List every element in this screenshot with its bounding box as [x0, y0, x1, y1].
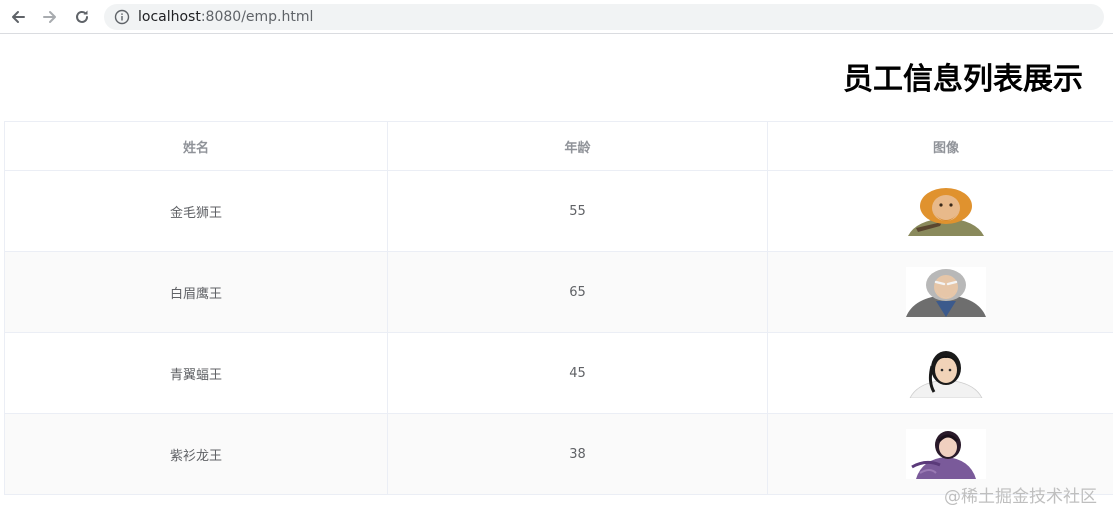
cell-image [767, 332, 1113, 414]
page-title: 员工信息列表展示 [843, 62, 1083, 97]
avatar-image [906, 186, 986, 236]
employee-table: 姓名 年龄 图像 金毛狮王 55 白眉鹰王 65 青翼蝠王 45 紫衫龙王 38 [4, 121, 1113, 495]
reload-button[interactable] [70, 5, 94, 29]
cell-age: 38 [387, 413, 768, 495]
cell-age: 55 [387, 170, 768, 252]
green-wing-bat-king-portrait [906, 348, 986, 398]
table-row: 白眉鹰王 65 [4, 251, 1113, 333]
cell-image [767, 251, 1113, 333]
browser-toolbar: localhost:8080/emp.html [0, 0, 1113, 34]
url-text[interactable]: localhost:8080/emp.html [138, 8, 313, 26]
arrow-left-icon [12, 11, 25, 23]
info-icon[interactable] [114, 9, 130, 25]
table-row: 青翼蝠王 45 [4, 332, 1113, 414]
table-header-row: 姓名 年龄 图像 [4, 121, 1113, 171]
back-button[interactable] [6, 5, 30, 29]
avatar-image [906, 267, 986, 317]
url-host: localhost [138, 9, 201, 25]
cell-name: 白眉鹰王 [4, 251, 388, 333]
table-row: 金毛狮王 55 [4, 170, 1113, 252]
address-bar[interactable]: localhost:8080/emp.html [104, 4, 1104, 30]
column-header-image: 图像 [767, 121, 1113, 171]
arrow-right-icon [43, 11, 56, 23]
cell-name: 青翼蝠王 [4, 332, 388, 414]
cell-name: 金毛狮王 [4, 170, 388, 252]
cell-image [767, 413, 1113, 495]
golden-lion-king-portrait [906, 186, 986, 236]
cell-name: 紫衫龙王 [4, 413, 388, 495]
column-header-age: 年龄 [387, 121, 768, 171]
reload-icon [76, 10, 88, 23]
watermark: @稀土掘金技术社区 [944, 487, 1097, 507]
forward-button[interactable] [38, 5, 62, 29]
table-row: 紫衫龙王 38 [4, 413, 1113, 495]
avatar-image [906, 429, 986, 479]
white-eyebrow-eagle-king-portrait [906, 267, 986, 317]
column-header-name: 姓名 [4, 121, 388, 171]
url-path: :8080/emp.html [200, 9, 314, 25]
purple-robe-dragon-king-portrait [906, 429, 986, 479]
cell-age: 65 [387, 251, 768, 333]
cell-age: 45 [387, 332, 768, 414]
cell-image [767, 170, 1113, 252]
avatar-image [906, 348, 986, 398]
